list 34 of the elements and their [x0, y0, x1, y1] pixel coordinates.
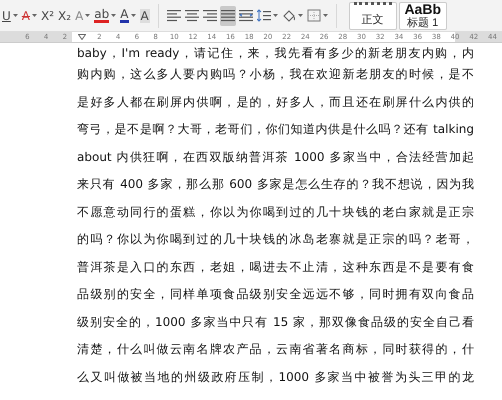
text-line: 购内购，这么多人要内购吗？小杨，我在欢迎新老朋友的时候，是不: [77, 66, 474, 83]
text-line: 品级别的安全，同样单项食品级别安全远远不够，同时拥有双向食品: [77, 286, 474, 303]
text-line: 弯弓，是不是啊？大哥，老哥们，你们知道内供是什么吗？还有 talking: [77, 121, 474, 138]
paint-bucket-icon: [282, 9, 296, 22]
justify-button[interactable]: [220, 6, 236, 26]
text-line: 么又叫做被当地的州级政府压制，1000 多家当中被誉为头三甲的龙: [77, 368, 474, 386]
font-color-button[interactable]: A: [119, 6, 136, 26]
style-preset[interactable]: AaBb 标题 1: [398, 2, 447, 30]
text-line: about 内供狂啊，在西双版纳普洱茶 1000 多家当中，合法经营加起: [77, 148, 474, 166]
indent-marker-icon[interactable]: [78, 34, 86, 40]
text-line: baby，I'm ready，请记住，来，我先看有多少的新老朋友内购，内: [77, 45, 474, 61]
align-left-icon: [166, 9, 181, 22]
text-line: 是好多人都在刷屏内供啊，是的，好多人，而且还在刷屏什么内供的: [77, 94, 474, 110]
style-preset[interactable]: 正文: [348, 2, 397, 30]
distribute-icon: [238, 9, 253, 22]
align-right-icon: [202, 9, 217, 22]
style-name: 正文: [362, 12, 384, 28]
align-center-icon: [184, 9, 199, 22]
text-line: 来只有 400 多家，那么那 600 多家是怎么生存的？我不想说，因为我: [77, 176, 474, 193]
strikethrough-button[interactable]: A: [20, 6, 38, 26]
script-button[interactable]: X²: [40, 6, 56, 26]
border-grid-icon: [306, 9, 321, 22]
justify-icon: [220, 9, 235, 22]
text-line: 的吗？你以为你喝到过的几十块钱的冰岛老寨就是正宗的吗？老哥，: [77, 231, 474, 248]
style-preview: AaBb: [404, 2, 441, 14]
text-line: 普洱茶是入口的东西，老姐，喝进去不止清，这种东西是不是要有食: [77, 258, 474, 276]
text-line: 不愿意动同行的蛋糕，你以为你喝到过的几十块钱的老白家就是正宗: [77, 204, 474, 220]
line-spacing-icon: [256, 9, 271, 22]
script-button[interactable]: X₂: [57, 6, 72, 26]
style-name: 标题 1: [407, 16, 438, 30]
underline-button[interactable]: U: [1, 6, 19, 26]
highlight-button[interactable]: ab: [93, 6, 118, 26]
text-line: 级别安全的，1000 多家当中只有 15 家，那双像食品级的安全自己看: [77, 314, 474, 330]
text-line: 清楚，什么叫做云南名牌农产品，云南省著名商标，同时获得的，什: [77, 341, 474, 358]
